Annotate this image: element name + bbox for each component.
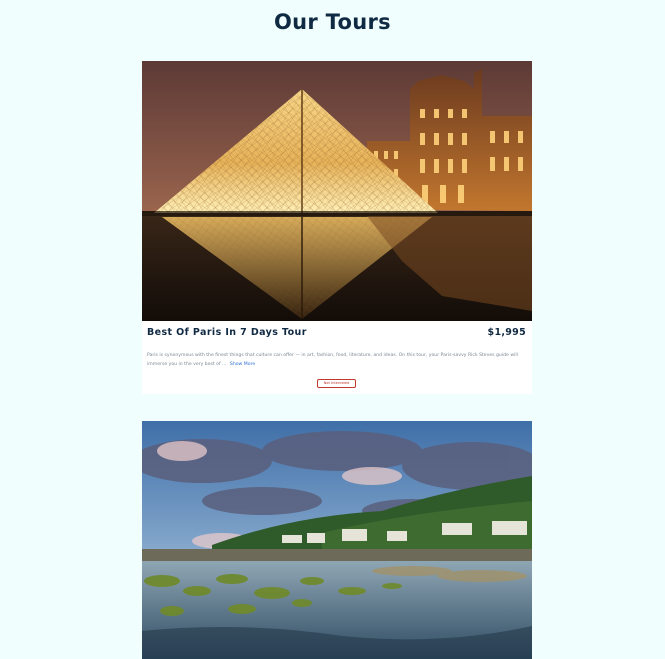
tour-info: Best Of Paris In 7 Days Tour $1,995 Pari… [142,321,532,394]
page-title: Our Tours [274,10,391,34]
not-interested-button[interactable]: Not Interested [317,379,356,388]
tour-description-text: Paris is synonymous with the finest thin… [147,353,518,367]
tour-name: Best Of Paris In 7 Days Tour [147,327,307,338]
tour-image-seaside [142,421,532,659]
tour-description: Paris is synonymous with the finest thin… [147,352,527,369]
show-more-link[interactable]: Show More [230,362,255,367]
tour-card: Best Of Paris In 7 Days Tour $1,995 Pari… [142,61,532,394]
tour-price: $1,995 [487,327,526,338]
tour-card [142,421,532,659]
tour-image-louvre [142,61,532,321]
